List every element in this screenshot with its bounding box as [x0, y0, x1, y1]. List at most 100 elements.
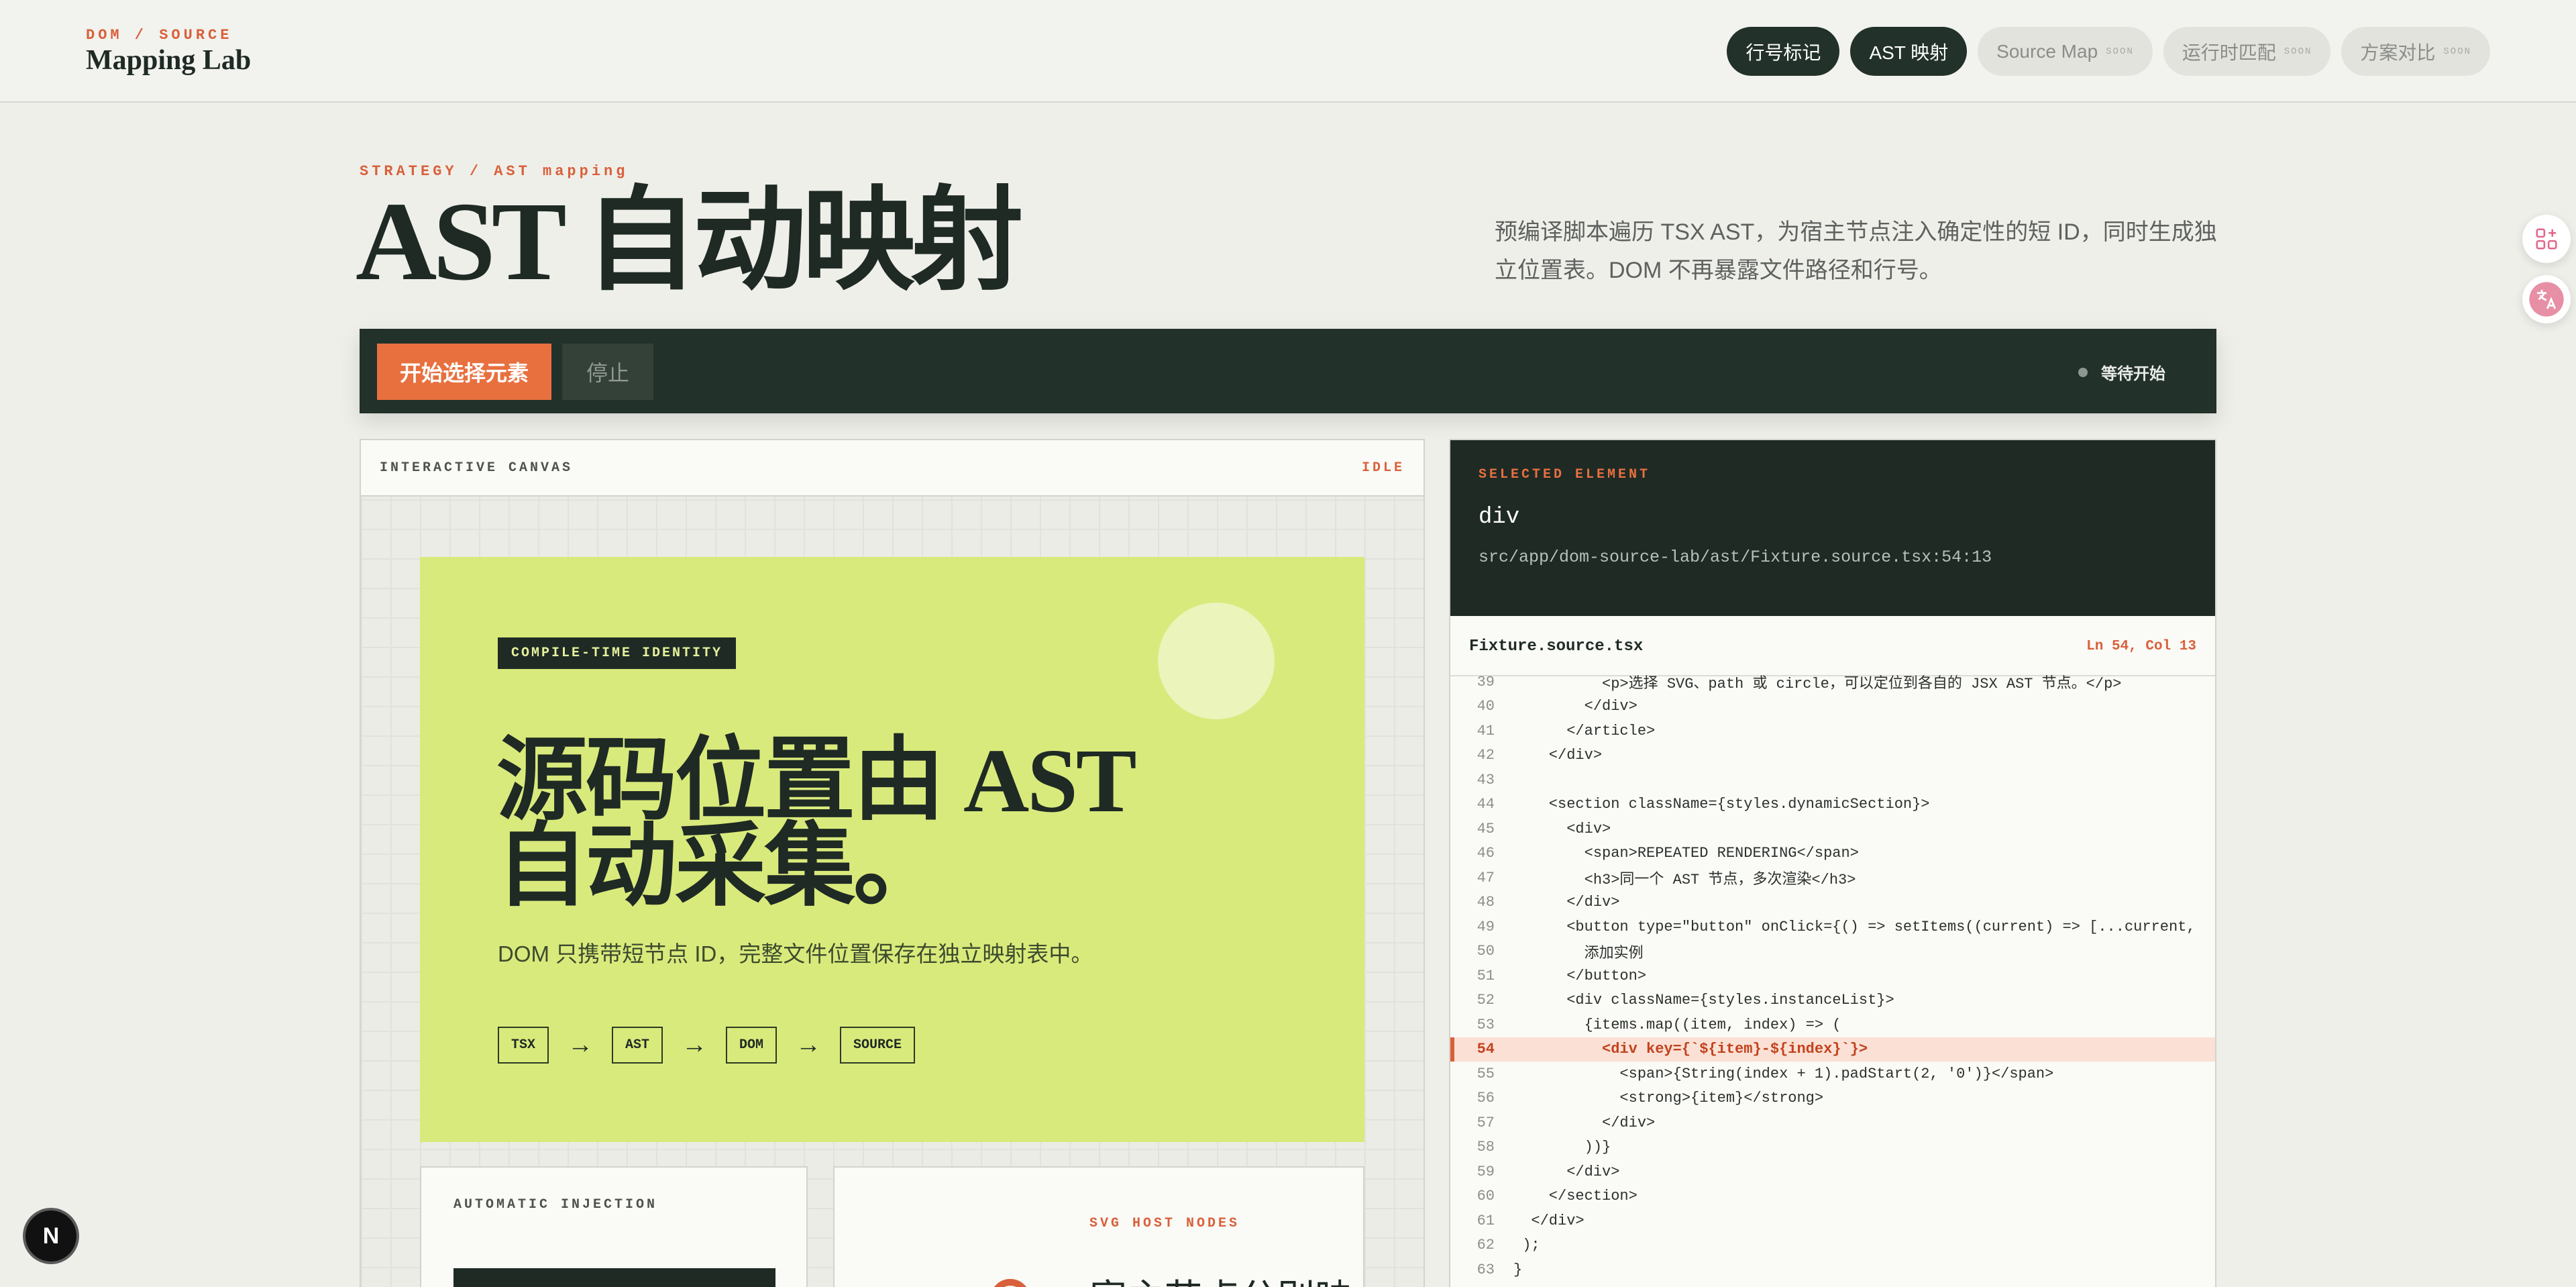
canvas-state: IDLE [1361, 460, 1405, 476]
circle-icon[interactable] [990, 1279, 1030, 1287]
line-number: 44 [1477, 796, 1495, 813]
code-line[interactable]: 53 {items.map((item, index) => ( [1450, 1013, 2215, 1037]
code-text: </div> [1513, 698, 1638, 715]
strategy-nav: 行号标记 AST 映射 Source Map SOON 运行时匹配 SOON 方案对… [1727, 27, 2490, 76]
code-text: {items.map((item, index) => ( [1513, 1016, 1841, 1033]
injection-label[interactable]: AUTOMATIC INJECTION [453, 1197, 657, 1213]
line-number: 47 [1477, 869, 1495, 886]
line-number: 52 [1477, 992, 1495, 1009]
code-line[interactable]: 51 </button> [1450, 964, 2215, 988]
code-line[interactable]: 56 <strong>{item}</strong> [1450, 1086, 2215, 1111]
code-line[interactable]: 58 ))} [1450, 1135, 2215, 1160]
code-line[interactable]: 60 </section> [1450, 1184, 2215, 1209]
line-number: 40 [1477, 698, 1495, 715]
code-line[interactable]: 50 添加实例 [1450, 939, 2215, 964]
soon-badge: SOON [2443, 46, 2471, 57]
nav-tab-label: 行号标记 [1746, 42, 1821, 63]
code-line[interactable]: 39 <p>选择 SVG、path 或 circle，可以定位到各自的 JSX … [1450, 670, 2215, 694]
code-text: <div className={styles.instanceList}> [1513, 992, 1894, 1009]
code-line[interactable]: 61 </div> [1450, 1208, 2215, 1233]
injection-card[interactable]: AUTOMATIC INJECTION [420, 1166, 808, 1287]
svg-label[interactable]: SVG HOST NODES [1089, 1216, 1240, 1231]
nav-tab-runtime-match[interactable]: 运行时匹配 SOON [2163, 27, 2331, 76]
code-line[interactable]: 46 <span>REPEATED RENDERING</span> [1450, 841, 2215, 866]
stop-button[interactable]: 停止 [562, 344, 654, 400]
nav-tab-ast-mapping[interactable]: AST 映射 [1850, 27, 1968, 76]
code-line[interactable]: 54 <div key={`${item}-${index}`}> [1450, 1037, 2215, 1062]
nav-tab-label: Source Map [1996, 40, 2098, 62]
line-number: 59 [1477, 1163, 1495, 1180]
start-select-button[interactable]: 开始选择元素 [377, 344, 552, 400]
selection-toolbar: 开始选择元素 停止 等待开始 [360, 329, 2216, 413]
arrow-right-icon: → [568, 1031, 594, 1059]
decorative-circle[interactable] [1158, 603, 1275, 719]
code-text: <div key={`${item}-${index}`}> [1513, 1041, 1868, 1058]
card-title[interactable]: 源码位置由 AST 自动采集。 [496, 735, 1234, 913]
code-line[interactable]: 41 </article> [1450, 719, 2215, 743]
code-line[interactable]: 59 </div> [1450, 1160, 2215, 1184]
code-text: <h3>同一个 AST 节点，多次渲染</h3> [1513, 872, 1856, 889]
line-number: 41 [1477, 722, 1495, 739]
code-line[interactable]: 55 <span>{String(index + 1).padStart(2, … [1450, 1062, 2215, 1086]
card-description[interactable]: DOM 只携带短节点 ID，完整文件位置保存在独立映射表中。 [498, 936, 1093, 968]
svg-card-title[interactable]: 宿主节点分别映 [1089, 1268, 1352, 1287]
code-text: <strong>{item}</strong> [1513, 1090, 1824, 1107]
selected-tag: div [1479, 505, 1520, 530]
svg-nodes-card[interactable]: SVG HOST NODES 宿主节点分别映 [833, 1166, 1364, 1287]
line-number: 51 [1477, 967, 1495, 984]
cursor-position: Ln 54, Col 13 [2086, 639, 2196, 654]
selected-source-path[interactable]: src/app/dom-source-lab/ast/Fixture.sourc… [1479, 548, 1992, 567]
interactive-canvas: INTERACTIVE CANVAS IDLE COMPILE-TIME IDE… [360, 439, 1425, 1287]
code-line[interactable]: 48 </div> [1450, 890, 2215, 915]
code-text: </article> [1513, 722, 1656, 739]
selected-element-header: SELECTED ELEMENT div src/app/dom-source-… [1450, 440, 2215, 616]
code-line[interactable]: 40 </div> [1450, 694, 2215, 719]
code-text: ); [1513, 1237, 1540, 1254]
code-line[interactable]: 45 <div> [1450, 817, 2215, 841]
page-title: AST 自动映射 [356, 179, 1024, 304]
line-number: 49 [1477, 918, 1495, 935]
nav-tab-source-map[interactable]: Source Map SOON [1978, 27, 2153, 76]
card-tag[interactable]: COMPILE-TIME IDENTITY [498, 637, 737, 669]
flow-step[interactable]: SOURCE [840, 1027, 916, 1064]
flow-step[interactable]: AST [612, 1027, 663, 1064]
code-line[interactable]: 44 <section className={styles.dynamicSec… [1450, 792, 2215, 817]
code-line[interactable]: 57 </div> [1450, 1111, 2215, 1135]
selected-kicker: SELECTED ELEMENT [1479, 467, 1651, 482]
code-viewer[interactable]: 39 <p>选择 SVG、path 或 circle，可以定位到各自的 JSX … [1450, 670, 2215, 1287]
soon-badge: SOON [2284, 46, 2312, 57]
canvas-header: INTERACTIVE CANVAS IDLE [361, 440, 1424, 497]
code-line[interactable]: 62 ); [1450, 1233, 2215, 1258]
injection-block[interactable] [453, 1268, 775, 1287]
code-line[interactable]: 63} [1450, 1257, 2215, 1282]
line-number: 55 [1477, 1065, 1495, 1082]
canvas-label: INTERACTIVE CANVAS [380, 460, 574, 476]
line-number: 46 [1477, 845, 1495, 862]
pipeline-flow[interactable]: TSX → AST → DOM → SOURCE [498, 1027, 916, 1064]
hero-card[interactable]: COMPILE-TIME IDENTITY 源码位置由 AST 自动采集。 DO… [420, 557, 1364, 1142]
nav-tab-line-marker[interactable]: 行号标记 [1727, 27, 1840, 76]
code-text: </div> [1513, 1212, 1585, 1229]
apps-add-icon[interactable] [2522, 215, 2571, 263]
translate-icon[interactable] [2522, 275, 2571, 323]
code-line[interactable]: 49 <button type="button" onClick={() => … [1450, 915, 2215, 939]
flow-step[interactable]: DOM [726, 1027, 777, 1064]
code-line[interactable]: 52 <div className={styles.instanceList}> [1450, 988, 2215, 1013]
code-line[interactable]: 43 [1450, 768, 2215, 792]
code-text: ))} [1513, 1139, 1611, 1156]
nav-tab-comparison[interactable]: 方案对比 SOON [2341, 27, 2490, 76]
line-number: 56 [1477, 1090, 1495, 1107]
code-text: <p>选择 SVG、path 或 circle，可以定位到各自的 JSX AST… [1513, 676, 2122, 693]
file-header: Fixture.source.tsx Ln 54, Col 13 [1450, 616, 2215, 676]
code-line[interactable]: 42 </div> [1450, 743, 2215, 768]
line-number: 54 [1477, 1041, 1495, 1058]
flow-step[interactable]: TSX [498, 1027, 549, 1064]
next-dev-badge[interactable]: N [25, 1211, 76, 1262]
nav-tab-label: 方案对比 [2360, 42, 2436, 63]
code-text: <span>REPEATED RENDERING</span> [1513, 845, 1859, 862]
code-line[interactable]: 47 <h3>同一个 AST 节点，多次渲染</h3> [1450, 866, 2215, 890]
brand-title[interactable]: Mapping Lab [86, 44, 251, 76]
code-text: <button type="button" onClick={() => set… [1513, 918, 2196, 935]
brand-kicker: DOM / SOURCE [86, 27, 233, 44]
top-bar: DOM / SOURCE Mapping Lab 行号标记 AST 映射 Sou… [0, 0, 2576, 103]
